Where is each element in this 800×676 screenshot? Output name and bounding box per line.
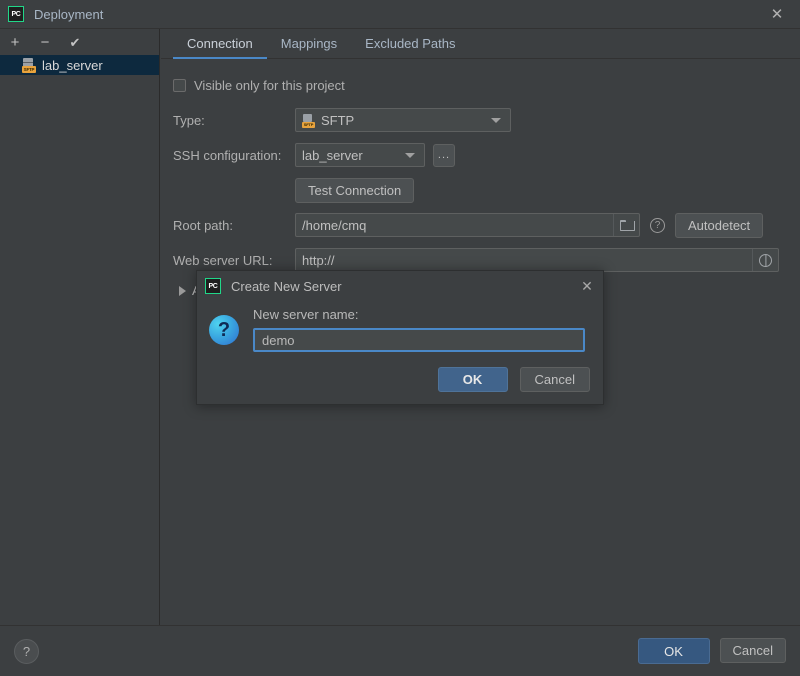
cancel-button[interactable]: Cancel (719, 638, 786, 663)
pycharm-logo-icon: PC (205, 278, 221, 294)
modal-title-bar: PC Create New Server ✕ (197, 271, 603, 301)
ssh-configuration-row: SSH configuration: lab_server ... (173, 143, 800, 167)
root-path-row: Root path: /home/cmq ? Autodetect (173, 212, 800, 238)
sftp-type-icon: SFTP (302, 113, 316, 128)
ssh-configuration-select[interactable]: lab_server (295, 143, 425, 167)
root-path-value: /home/cmq (302, 217, 367, 233)
help-button[interactable]: ? (14, 638, 39, 664)
sftp-server-icon: SFTP (22, 58, 37, 73)
browse-folder-icon[interactable] (613, 214, 639, 236)
tab-bar: Connection Mappings Excluded Paths (161, 29, 800, 59)
modal-cancel-button[interactable]: Cancel (519, 367, 590, 392)
modal-fields: New server name: demo (253, 307, 589, 352)
ssh-browse-button[interactable]: ... (433, 143, 455, 167)
chevron-down-icon (491, 117, 501, 123)
question-icon: ? (209, 315, 239, 345)
modal-close-icon[interactable]: ✕ (575, 274, 599, 298)
type-select[interactable]: SFTP SFTP (295, 108, 511, 132)
type-select-value: SFTP (321, 112, 355, 128)
visible-only-checkbox[interactable] (173, 78, 186, 92)
server-list-item-label: lab_server (42, 57, 103, 73)
connection-form: Visible only for this project Type: SFTP… (161, 59, 800, 298)
ssh-configuration-value: lab_server (302, 147, 363, 163)
close-icon[interactable]: ✕ (754, 0, 800, 28)
ok-button[interactable]: OK (637, 638, 710, 664)
new-server-name-input[interactable]: demo (253, 328, 585, 352)
set-default-server-button[interactable]: ✔ (66, 33, 84, 51)
tab-excluded-paths[interactable]: Excluded Paths (351, 29, 469, 58)
modal-body: ? New server name: demo (197, 301, 603, 352)
modal-actions: OK Cancel (437, 367, 590, 392)
visible-only-label: Visible only for this project (194, 77, 345, 93)
modal-ok-button[interactable]: OK (437, 367, 508, 392)
chevron-right-icon (179, 285, 186, 296)
server-list-panel: + − ✔ SFTP lab_server (0, 29, 160, 625)
tab-connection[interactable]: Connection (173, 29, 267, 59)
type-row: Type: SFTP SFTP (173, 108, 800, 132)
visible-only-row: Visible only for this project (173, 73, 800, 97)
server-list-toolbar: + − ✔ (0, 29, 159, 55)
autodetect-button[interactable]: Autodetect (675, 212, 764, 238)
window-title: Deployment (34, 6, 104, 22)
open-in-browser-icon[interactable] (752, 249, 778, 271)
title-bar: PC Deployment ✕ (0, 0, 800, 29)
test-connection-button[interactable]: Test Connection (295, 177, 415, 203)
web-server-url-value: http:// (302, 252, 335, 268)
type-label: Type: (173, 112, 205, 128)
tab-mappings[interactable]: Mappings (267, 29, 351, 58)
pycharm-logo-icon: PC (8, 6, 24, 22)
remove-server-button[interactable]: − (36, 33, 54, 51)
dialog-footer: ? OK Cancel (0, 625, 800, 676)
deployment-dialog: PC Deployment ✕ + − ✔ SFTP lab_server Co… (0, 0, 800, 676)
new-server-name-label: New server name: (253, 307, 359, 322)
root-path-input[interactable]: /home/cmq (295, 213, 640, 237)
modal-title: Create New Server (231, 278, 342, 294)
root-path-help-icon[interactable]: ? (650, 217, 665, 233)
root-path-label: Root path: (173, 217, 233, 233)
test-connection-row: Test Connection (173, 177, 800, 203)
server-list-item-lab-server[interactable]: SFTP lab_server (0, 55, 159, 75)
web-server-url-input[interactable]: http:// (295, 248, 779, 272)
web-server-url-label: Web server URL: (173, 252, 273, 268)
footer-actions: OK Cancel (637, 638, 786, 664)
ssh-configuration-label: SSH configuration: (173, 147, 282, 163)
add-server-button[interactable]: + (6, 33, 24, 51)
web-server-url-row: Web server URL: http:// (173, 248, 800, 272)
chevron-down-icon (405, 152, 415, 158)
create-new-server-dialog: PC Create New Server ✕ ? New server name… (196, 270, 604, 405)
